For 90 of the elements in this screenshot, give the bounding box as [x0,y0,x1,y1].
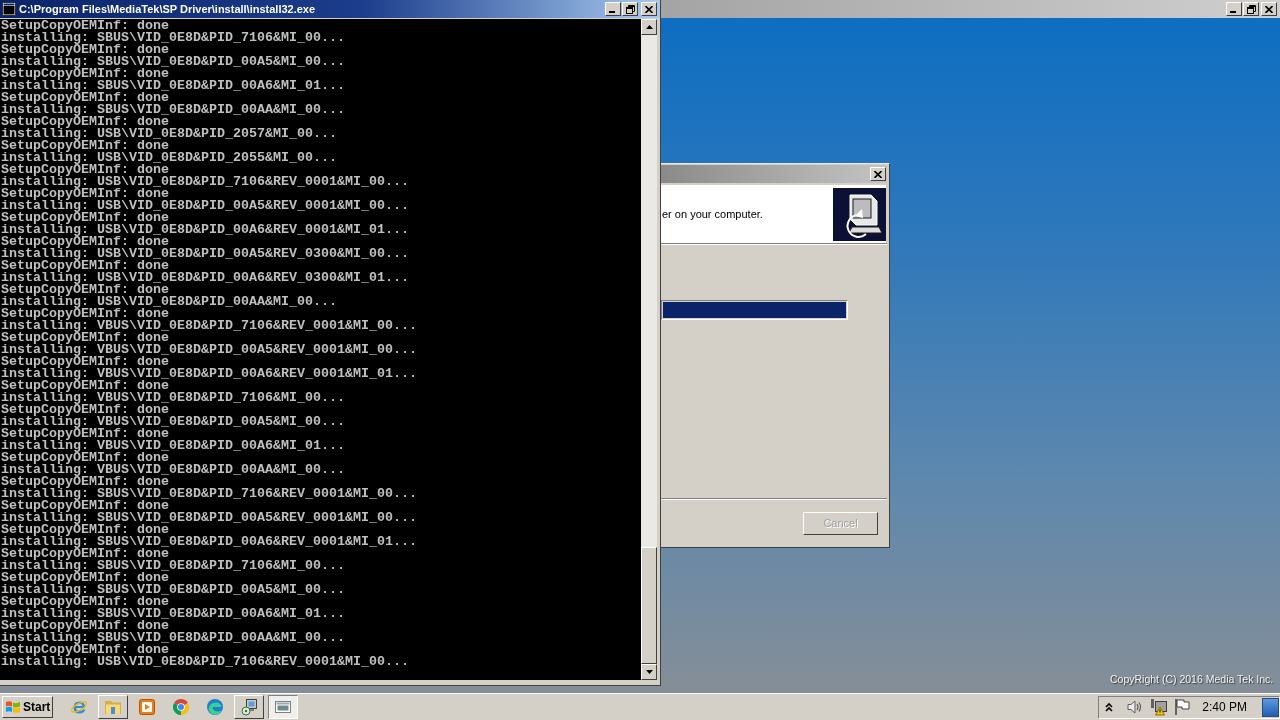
up-arrow-icon [645,25,653,29]
network-warning-icon[interactable] [1150,698,1169,716]
close-icon [645,5,653,13]
show-desktop-button[interactable] [1262,697,1279,717]
close-icon [874,170,882,178]
console-line: installing: USB\VID_0E8D&PID_00A6&REV_0300&MI_01... [1,272,410,284]
restore-button[interactable] [622,2,638,16]
console-line: SetupCopyOEMInf: done [1,452,169,464]
console-line: SetupCopyOEMInf: done [1,476,169,488]
minimize-button[interactable] [605,2,621,16]
console-line: installing: SBUS\VID_0E8D&PID_00A5&MI_00... [1,56,346,68]
minimize-button[interactable] [1226,2,1242,16]
console-line: SetupCopyOEMInf: done [1,380,169,392]
console-line: installing: SBUS\VID_0E8D&PID_00AA&MI_00... [1,104,346,116]
console-line: installing: USB\VID_0E8D&PID_00AA&MI_00... [1,296,338,308]
console-line: SetupCopyOEMInf: done [1,68,169,80]
flag-icon[interactable] [1174,698,1191,716]
letter-e-browser-icon [70,698,88,716]
console-line: installing: VBUS\VID_0E8D&PID_7106&REV_0001&MI_00... [1,320,418,332]
console-line: installing: SBUS\VID_0E8D&PID_00A6&MI_01... [1,80,346,92]
window-icon [274,698,292,716]
console-line: SetupCopyOEMInf: done [1,500,169,512]
console-line: SetupCopyOEMInf: done [1,428,169,440]
console-line: SetupCopyOEMInf: done [1,164,169,176]
header-text: er on your computer. [661,206,763,222]
console-line: installing: SBUS\VID_0E8D&PID_7106&MI_00... [1,560,346,572]
console-line: installing: SBUS\VID_0E8D&PID_00A5&MI_00... [1,584,346,596]
console-line: installing: VBUS\VID_0E8D&PID_00A5&REV_0001&MI_00... [1,344,418,356]
console-line: installing: USB\VID_0E8D&PID_7106&REV_0001&MI_00... [1,176,410,188]
console-window-icon [2,2,16,16]
scroll-up-button[interactable] [641,19,657,35]
console-line: installing: USB\VID_0E8D&PID_2055&MI_00... [1,152,338,164]
console-line: SetupCopyOEMInf: done [1,620,169,632]
console-line: installing: USB\VID_0E8D&PID_2057&MI_00... [1,128,338,140]
scrollbar[interactable] [641,19,657,680]
console-line: installing: USB\VID_0E8D&PID_7106&REV_0001&MI_00... [1,656,410,668]
computer-disc-icon [240,698,258,716]
console-line: SetupCopyOEMInf: done [1,332,169,344]
start-button[interactable]: Start [2,696,53,718]
flag-logo-icon [5,699,21,715]
console-line: installing: USB\VID_0E8D&PID_00A6&REV_0001&MI_01... [1,224,410,236]
scroll-thumb[interactable] [641,547,657,664]
close-button[interactable] [1261,2,1277,16]
console-line: SetupCopyOEMInf: done [1,20,169,32]
console-line: installing: SBUS\VID_0E8D&PID_00A5&REV_0001&MI_00... [1,512,418,524]
console-line: installing: SBUS\VID_0E8D&PID_00A6&MI_01... [1,608,346,620]
clock[interactable]: 2:40 PM [1202,698,1247,716]
console-line: installing: SBUS\VID_0E8D&PID_00A6&REV_0001&MI_01... [1,536,418,548]
restore-icon [625,4,635,14]
console-line: installing: VBUS\VID_0E8D&PID_7106&MI_00... [1,392,346,404]
console-line: installing: SBUS\VID_0E8D&PID_7106&MI_00... [1,32,346,44]
chevron-up-icon[interactable] [1104,701,1115,713]
console-line: installing: VBUS\VID_0E8D&PID_00A6&REV_0001&MI_01... [1,368,418,380]
console-line: SetupCopyOEMInf: done [1,644,169,656]
swirl-browser-icon [206,698,224,716]
close-button[interactable] [870,167,886,181]
console-line: SetupCopyOEMInf: done [1,92,169,104]
console-line: SetupCopyOEMInf: done [1,284,169,296]
browser-circle-icon [172,698,190,716]
console-line: installing: VBUS\VID_0E8D&PID_00A5&MI_00... [1,416,346,428]
console-line: SetupCopyOEMInf: done [1,236,169,248]
console-line: SetupCopyOEMInf: done [1,356,169,368]
restore-icon [1246,4,1256,14]
down-arrow-icon [645,670,653,674]
console-line: SetupCopyOEMInf: done [1,548,169,560]
console-line: installing: USB\VID_0E8D&PID_00A5&REV_0300&MI_00... [1,248,410,260]
console-line: SetupCopyOEMInf: done [1,572,169,584]
console-line: SetupCopyOEMInf: done [1,212,169,224]
window-title: C:\Program Files\MediaTek\SP Driver\install\install32.exe [19,1,316,17]
copyright-text: CopyRight (C) 2016 Media Tek Inc. [1110,672,1274,686]
console-line: installing: SBUS\VID_0E8D&PID_7106&REV_0001&MI_00... [1,488,418,500]
console-line: SetupCopyOEMInf: done [1,188,169,200]
console-line: installing: VBUS\VID_0E8D&PID_00A6&MI_01... [1,440,346,452]
console-line: installing: VBUS\VID_0E8D&PID_00AA&MI_00... [1,464,346,476]
close-button[interactable] [641,2,657,16]
folder-icon [104,698,122,716]
console-line: SetupCopyOEMInf: done [1,44,169,56]
restore-button[interactable] [1243,2,1259,16]
console-line: SetupCopyOEMInf: done [1,308,169,320]
console-line: installing: SBUS\VID_0E8D&PID_00AA&MI_00... [1,632,346,644]
console-line: SetupCopyOEMInf: done [1,404,169,416]
console-line: installing: USB\VID_0E8D&PID_00A5&REV_0001&MI_00... [1,200,410,212]
console-line: SetupCopyOEMInf: done [1,140,169,152]
console-line: SetupCopyOEMInf: done [1,596,169,608]
close-icon [1265,5,1273,13]
console-line: SetupCopyOEMInf: done [1,524,169,536]
play-icon [138,698,156,716]
console-line: SetupCopyOEMInf: done [1,260,169,272]
console-line: SetupCopyOEMInf: done [1,116,169,128]
scroll-down-button[interactable] [641,664,657,680]
